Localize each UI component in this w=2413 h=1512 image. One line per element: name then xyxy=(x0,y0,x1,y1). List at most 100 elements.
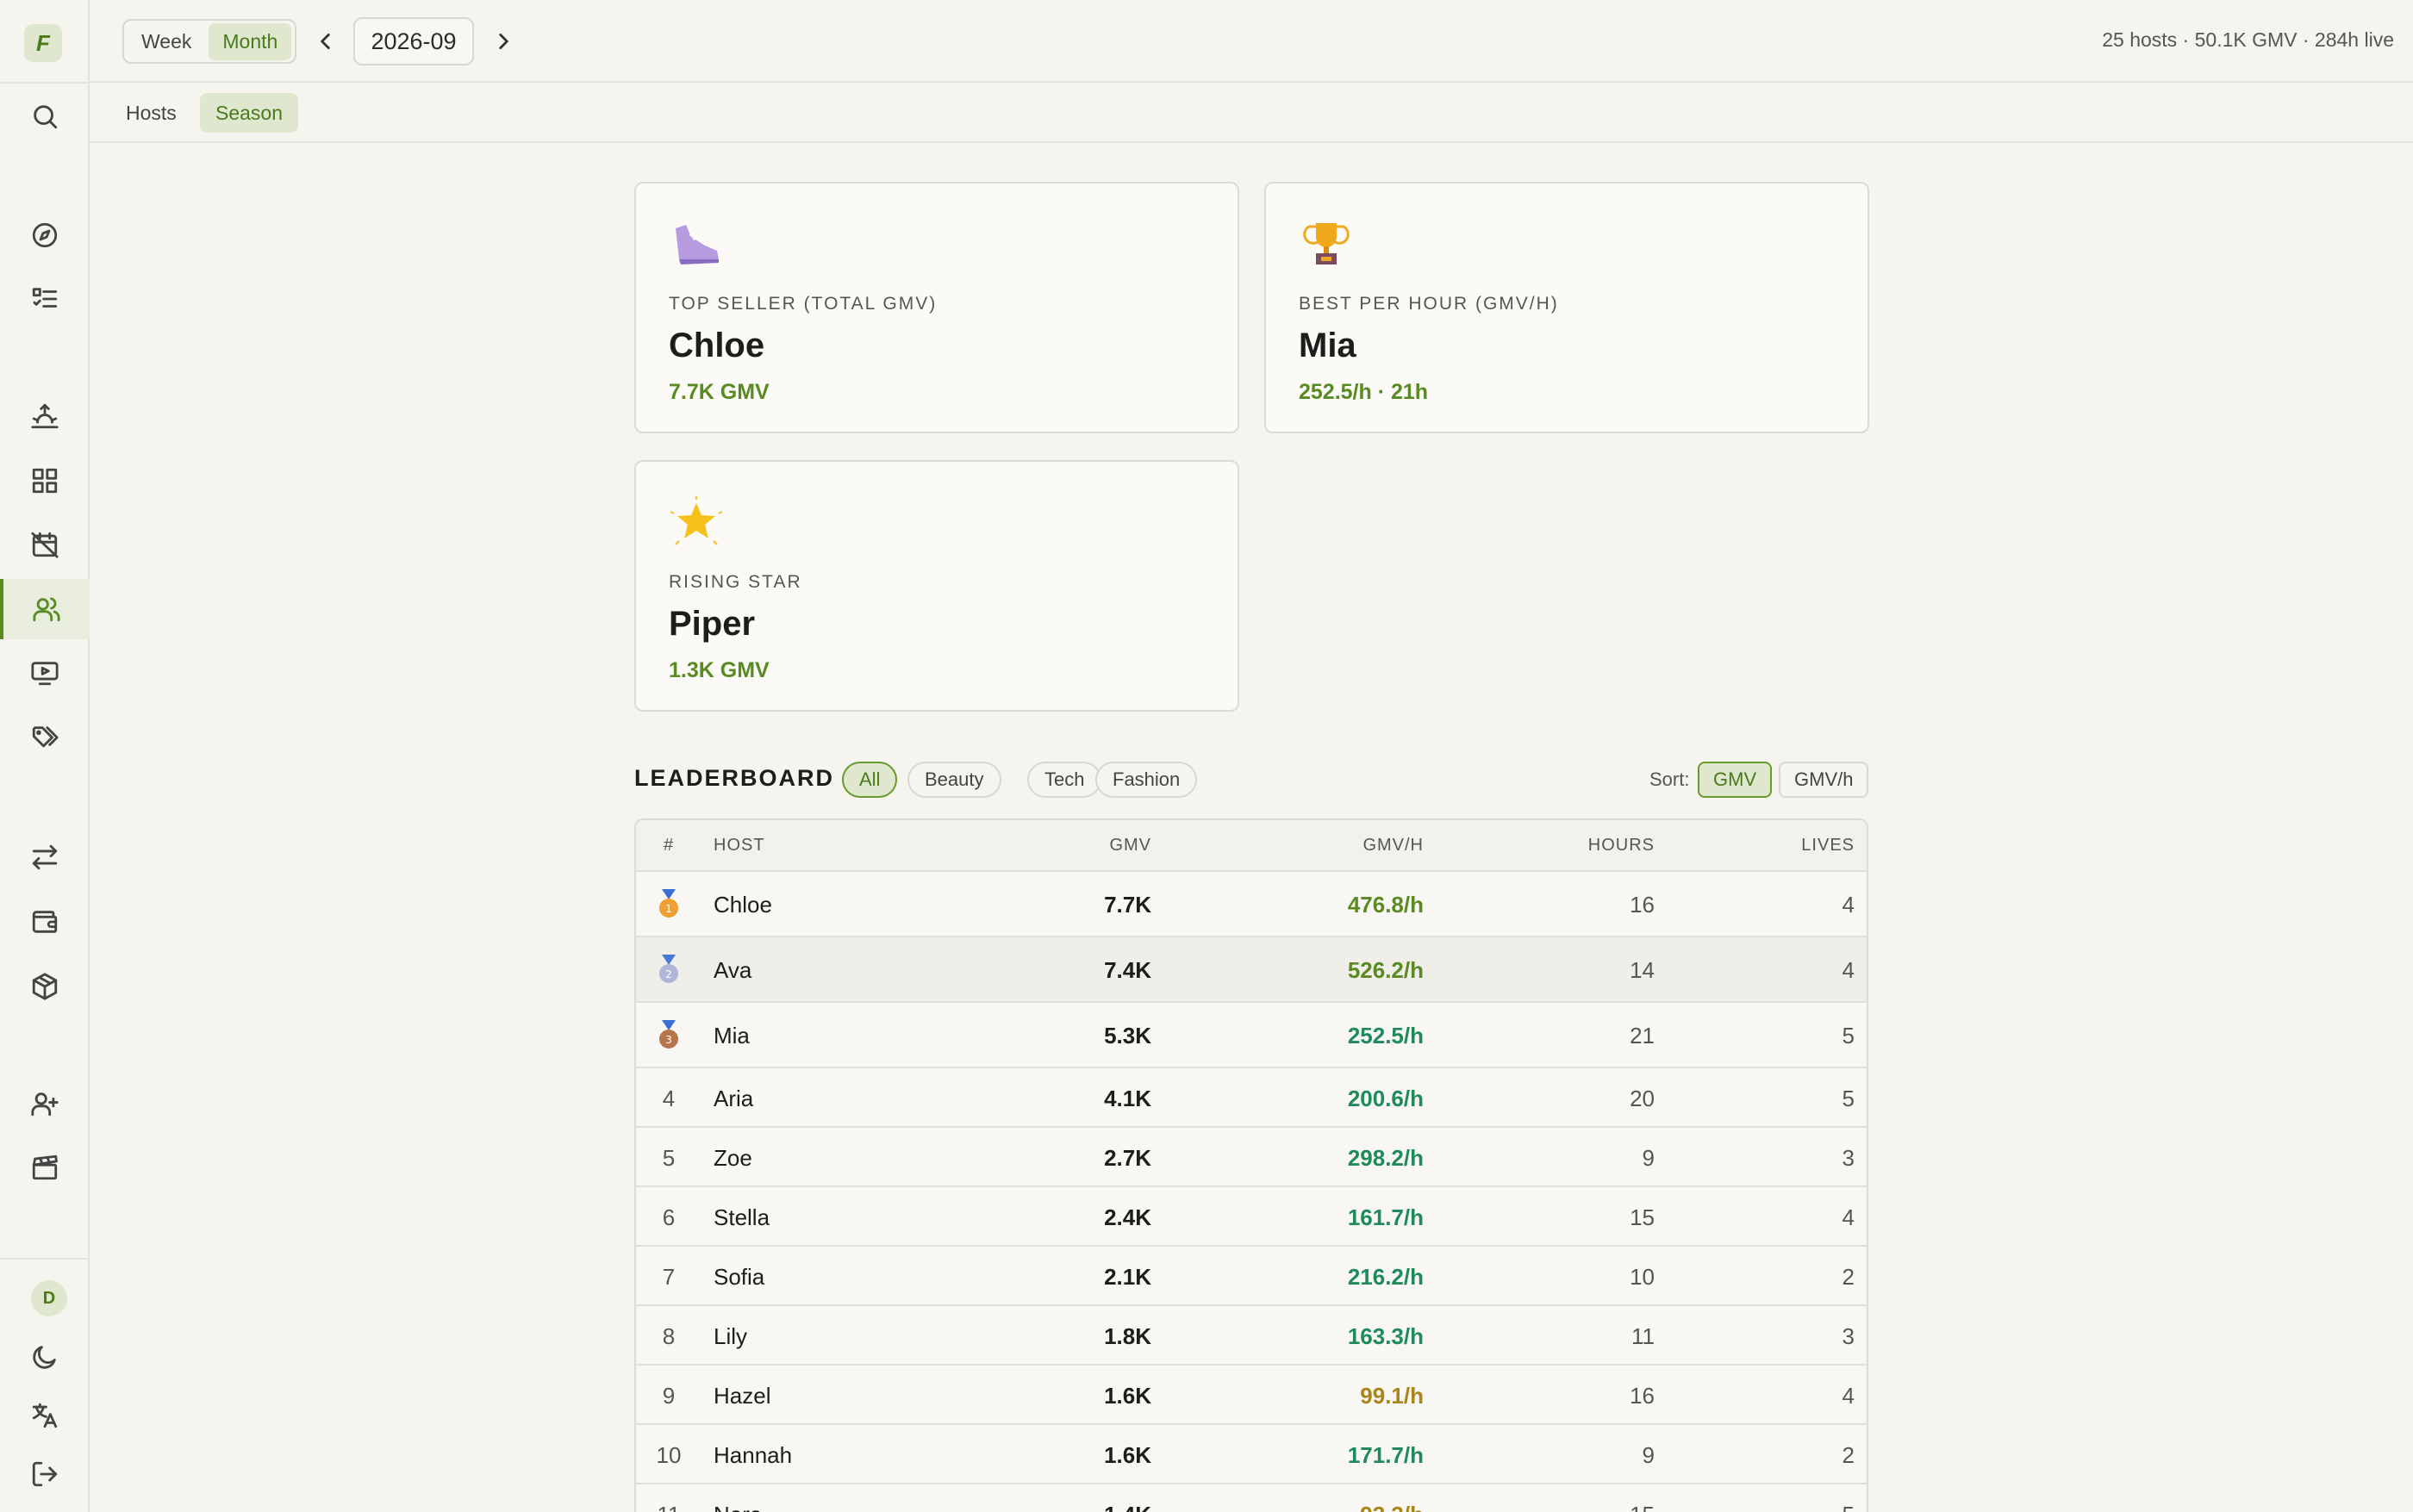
gmv-value: 4.1K xyxy=(1104,1086,1151,1111)
hours-value: 15 xyxy=(1630,1502,1655,1512)
tab-hosts[interactable]: Hosts xyxy=(110,93,192,133)
col-gmv-per-hour[interactable]: GMV/H xyxy=(1362,836,1424,856)
arrows-swap-icon[interactable] xyxy=(0,827,90,887)
gmv-value: 7.4K xyxy=(1104,957,1151,983)
host-name: Stella xyxy=(714,1204,770,1230)
award-card-top-seller: TOP SELLER (TOTAL GMV) Chloe 7.7K GMV xyxy=(634,182,1239,433)
compass-icon[interactable] xyxy=(0,205,90,265)
hours-value: 9 xyxy=(1642,1442,1655,1468)
app-logo[interactable]: F xyxy=(24,24,62,62)
sort-gmv-per-hour-button[interactable]: GMV/h xyxy=(1779,762,1869,798)
sort-label: Sort: xyxy=(1649,768,1690,790)
month-toggle[interactable]: Month xyxy=(209,22,292,60)
gmv-value: 2.4K xyxy=(1104,1204,1151,1230)
medal-icon: 2 xyxy=(659,955,678,983)
translate-icon[interactable] xyxy=(0,1385,90,1446)
col-lives[interactable]: LIVES xyxy=(1801,836,1855,856)
lives-value: 5 xyxy=(1842,1502,1855,1512)
top-bar: Week Month 2026-09 25 hosts · 50.1K GMV … xyxy=(90,0,2413,83)
table-row[interactable]: 9 Hazel 1.6K 99.1/h 16 4 xyxy=(636,1366,1867,1425)
table-row[interactable]: 5 Zoe 2.7K 298.2/h 9 3 xyxy=(636,1128,1867,1187)
host-name: Sofia xyxy=(714,1264,765,1290)
gmv-value: 2.1K xyxy=(1104,1264,1151,1290)
moon-icon[interactable] xyxy=(0,1327,90,1387)
package-icon[interactable] xyxy=(0,956,90,1017)
host-name: Hazel xyxy=(714,1383,771,1409)
gmv-per-hour-value: 99.1/h xyxy=(1360,1383,1424,1409)
card-value: 1.3K GMV xyxy=(669,658,770,682)
gmv-per-hour-value: 252.5/h xyxy=(1347,1023,1424,1048)
gmv-per-hour-value: 171.7/h xyxy=(1347,1442,1424,1468)
chevron-left-icon[interactable] xyxy=(307,22,345,60)
clapperboard-icon[interactable] xyxy=(0,1137,90,1198)
sunrise-icon[interactable] xyxy=(0,386,90,446)
avatar[interactable]: D xyxy=(31,1280,67,1316)
chevron-right-icon[interactable] xyxy=(484,22,522,60)
calendar-off-icon[interactable] xyxy=(0,514,90,575)
table-row[interactable]: 11 Nora 1.4K 93.3/h 15 5 xyxy=(636,1484,1867,1512)
lives-value: 4 xyxy=(1842,892,1855,918)
rank: 5 xyxy=(662,1145,676,1171)
gmv-per-hour-value: 200.6/h xyxy=(1347,1086,1424,1111)
award-card-best-per-hour: BEST PER HOUR (GMV/H) Mia 252.5/h · 21h xyxy=(1264,182,1869,433)
table-row[interactable]: 2 Ava 7.4K 526.2/h 14 4 xyxy=(636,937,1867,1003)
rank: 10 xyxy=(656,1442,682,1468)
col-host[interactable]: HOST xyxy=(714,836,765,856)
hours-value: 11 xyxy=(1631,1323,1655,1349)
col-hours[interactable]: HOURS xyxy=(1588,836,1655,856)
week-toggle[interactable]: Week xyxy=(128,23,205,60)
rank: 7 xyxy=(662,1264,676,1290)
table-row[interactable]: 7 Sofia 2.1K 216.2/h 10 2 xyxy=(636,1247,1867,1306)
rank: 8 xyxy=(662,1323,676,1349)
filter-all[interactable]: All xyxy=(842,762,898,798)
table-row[interactable]: 1 Chloe 7.7K 476.8/h 16 4 xyxy=(636,872,1867,937)
card-value: 252.5/h · 21h xyxy=(1299,380,1429,404)
hours-value: 16 xyxy=(1630,892,1655,918)
filter-fashion[interactable]: Fashion xyxy=(1095,762,1198,798)
col-gmv[interactable]: GMV xyxy=(1109,836,1151,856)
lives-value: 3 xyxy=(1842,1145,1855,1171)
period-selector[interactable]: 2026-09 xyxy=(353,17,474,65)
table-row[interactable]: 8 Lily 1.8K 163.3/h 11 3 xyxy=(636,1306,1867,1366)
gmv-value: 1.8K xyxy=(1104,1323,1151,1349)
gmv-per-hour-value: 216.2/h xyxy=(1347,1264,1424,1290)
filter-tech[interactable]: Tech xyxy=(1027,762,1102,798)
divider xyxy=(0,1258,90,1260)
card-label: BEST PER HOUR (GMV/H) xyxy=(1299,294,1559,314)
table-row[interactable]: 10 Hannah 1.6K 171.7/h 9 2 xyxy=(636,1425,1867,1484)
users-icon[interactable] xyxy=(0,579,90,639)
tags-icon[interactable] xyxy=(0,707,90,768)
wallet-icon[interactable] xyxy=(0,892,90,952)
lives-value: 5 xyxy=(1842,1023,1855,1048)
user-plus-icon[interactable] xyxy=(0,1073,90,1134)
sub-tabs: Hosts Season xyxy=(90,83,2413,143)
hours-value: 20 xyxy=(1630,1086,1655,1111)
col-rank[interactable]: # xyxy=(636,836,701,856)
leaderboard-title: LEADERBOARD xyxy=(634,765,835,791)
filter-beauty[interactable]: Beauty xyxy=(907,762,1001,798)
host-name: Aria xyxy=(714,1086,754,1111)
monitor-play-icon[interactable] xyxy=(0,643,90,703)
search-icon[interactable] xyxy=(0,86,90,146)
table-row[interactable]: 3 Mia 5.3K 252.5/h 21 5 xyxy=(636,1003,1867,1068)
rank: 11 xyxy=(636,1502,701,1512)
table-row[interactable]: 4 Aria 4.1K 200.6/h 20 5 xyxy=(636,1068,1867,1128)
lives-value: 2 xyxy=(1842,1264,1855,1290)
logout-icon[interactable] xyxy=(0,1444,90,1504)
table-row[interactable]: 6 Stella 2.4K 161.7/h 15 4 xyxy=(636,1187,1867,1247)
lives-value: 4 xyxy=(1842,957,1855,983)
gmv-value: 7.7K xyxy=(1104,892,1151,918)
view-toggle: Week Month xyxy=(122,19,297,64)
hours-value: 15 xyxy=(1630,1204,1655,1230)
checklist-icon[interactable] xyxy=(0,269,90,329)
award-card-rising-star: RISING STAR Piper 1.3K GMV xyxy=(634,460,1239,712)
sort-gmv-button[interactable]: GMV xyxy=(1698,762,1773,798)
rank: 9 xyxy=(662,1383,676,1409)
gmv-per-hour-value: 93.3/h xyxy=(1360,1502,1424,1512)
card-label: RISING STAR xyxy=(669,572,802,592)
grid-icon[interactable] xyxy=(0,451,90,511)
tab-season[interactable]: Season xyxy=(200,93,299,133)
lives-value: 5 xyxy=(1842,1086,1855,1111)
card-value: 7.7K GMV xyxy=(669,380,770,404)
host-name: Hannah xyxy=(714,1442,793,1468)
